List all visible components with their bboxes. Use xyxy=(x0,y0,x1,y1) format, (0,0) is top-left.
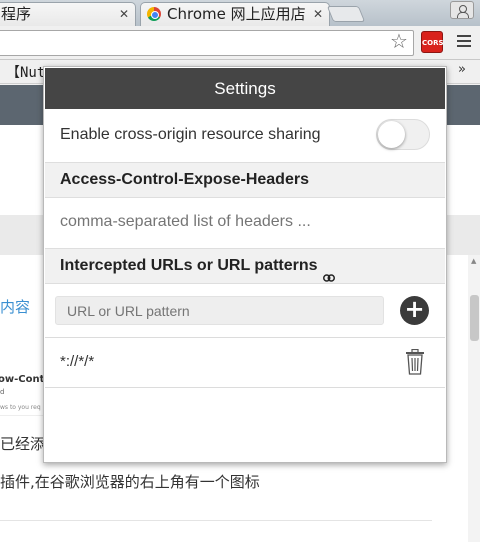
cors-toggle-label: Enable cross-origin resource sharing xyxy=(60,126,321,143)
new-tab-button[interactable] xyxy=(326,6,366,22)
tab-title: Chrome 网上应用店 xyxy=(167,5,306,23)
add-pattern-button[interactable]: + xyxy=(400,296,429,325)
hamburger-menu-icon[interactable] xyxy=(457,35,471,47)
divider xyxy=(45,387,445,388)
trash-icon[interactable] xyxy=(405,348,425,375)
profile-icon[interactable] xyxy=(450,1,474,19)
page-paragraph: 已经添 xyxy=(0,435,46,453)
bookmark-item[interactable]: 【Nut xyxy=(6,62,45,82)
star-icon[interactable]: ☆ xyxy=(390,30,408,52)
thumbnail-text: ws to you req xyxy=(0,404,41,411)
page-paragraph: 插件,在谷歌浏览器的右上角有一个图标 xyxy=(0,473,260,491)
expose-headers-input[interactable] xyxy=(60,213,430,231)
bookmarks-overflow-button[interactable]: » xyxy=(458,62,466,77)
tab-strip: 程序 ✕ Chrome 网上应用店 ✕ xyxy=(0,0,480,26)
thumbnail-text: d xyxy=(0,388,5,396)
chrome-logo-icon xyxy=(147,7,161,21)
scrollbar-thumb[interactable] xyxy=(470,295,479,341)
divider xyxy=(45,337,445,338)
expose-headers-title: Access-Control-Expose-Headers xyxy=(60,171,309,188)
intercepted-urls-heading: Intercepted URLs or URL patterns xyxy=(45,248,445,284)
article-thumbnail: ow-Contro d ws to you req xyxy=(0,362,46,416)
cors-toggle-switch[interactable] xyxy=(376,119,430,150)
close-icon[interactable]: ✕ xyxy=(119,3,129,25)
tab-chrome-web-store[interactable]: Chrome 网上应用店 ✕ xyxy=(140,2,330,26)
intercepted-urls-title: Intercepted URLs or URL patterns xyxy=(60,257,318,274)
cors-settings-popup: Settings Enable cross-origin resource sh… xyxy=(43,66,447,463)
page-link[interactable]: 内容 xyxy=(0,296,30,317)
plus-icon: + xyxy=(404,295,425,323)
link-icon xyxy=(322,261,335,282)
close-icon[interactable]: ✕ xyxy=(313,3,323,25)
cors-extension-button[interactable]: CORS xyxy=(421,31,444,53)
browser-toolbar xyxy=(0,26,480,60)
cors-toggle-row: Enable cross-origin resource sharing xyxy=(44,113,446,159)
tab-title: 程序 xyxy=(1,5,32,23)
toggle-knob xyxy=(378,121,405,148)
divider xyxy=(0,520,432,521)
url-pattern-input[interactable] xyxy=(55,296,384,325)
url-pattern-item: *://*/* xyxy=(60,353,95,370)
scroll-up-arrow-icon[interactable]: ▲ xyxy=(471,257,476,265)
popup-title: Settings xyxy=(45,68,445,109)
tab-program[interactable]: 程序 ✕ xyxy=(0,2,136,26)
address-bar[interactable] xyxy=(0,30,414,56)
expose-headers-heading: Access-Control-Expose-Headers xyxy=(45,162,445,198)
thumbnail-title: ow-Contro xyxy=(0,374,46,385)
